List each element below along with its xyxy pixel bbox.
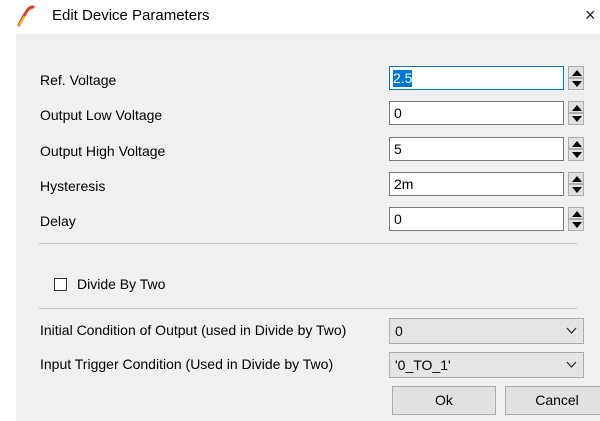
arrow-down-icon	[572, 81, 582, 87]
parameters-panel: Ref. Voltage 2.5 Output Low Voltage 0 Ou…	[28, 54, 588, 398]
delay-label: Delay	[40, 213, 76, 229]
ref-voltage-decrement[interactable]	[568, 78, 584, 90]
dialog-body: Ref. Voltage 2.5 Output Low Voltage 0 Ou…	[16, 34, 600, 421]
ltspice-icon	[16, 5, 36, 27]
delay-value: 0	[394, 211, 402, 227]
output-low-voltage-label: Output Low Voltage	[40, 107, 163, 123]
divide-by-two-label[interactable]: Divide By Two	[77, 276, 165, 292]
hysteresis-increment[interactable]	[568, 172, 584, 184]
ref-voltage-label: Ref. Voltage	[40, 72, 117, 88]
arrow-up-icon	[572, 141, 582, 147]
separator	[39, 308, 577, 309]
initial-condition-label: Initial Condition of Output (used in Div…	[40, 322, 347, 338]
input-trigger-combo[interactable]: '0_TO_1'	[389, 352, 584, 378]
separator	[39, 243, 577, 244]
close-button[interactable]: ×	[585, 3, 600, 27]
output-high-voltage-value: 5	[394, 141, 402, 157]
delay-decrement[interactable]	[568, 219, 584, 231]
hysteresis-decrement[interactable]	[568, 184, 584, 196]
output-high-voltage-decrement[interactable]	[568, 149, 584, 161]
delay-spinner	[568, 207, 584, 231]
title-bar: Edit Device Parameters ×	[0, 0, 600, 34]
arrow-up-icon	[572, 70, 582, 76]
arrow-up-icon	[572, 211, 582, 217]
output-low-voltage-input[interactable]: 0	[389, 101, 564, 125]
hysteresis-input[interactable]: 2m	[389, 172, 564, 196]
arrow-up-icon	[572, 176, 582, 182]
ref-voltage-input[interactable]: 2.5	[389, 66, 564, 90]
ref-voltage-spinner	[568, 66, 584, 90]
edit-device-parameters-dialog: Edit Device Parameters × Ref. Voltage 2.…	[0, 0, 600, 421]
output-low-voltage-decrement[interactable]	[568, 113, 584, 125]
output-low-voltage-increment[interactable]	[568, 101, 584, 113]
hysteresis-label: Hysteresis	[40, 178, 106, 194]
output-high-voltage-input[interactable]: 5	[389, 137, 564, 161]
input-trigger-label: Input Trigger Condition (Used in Divide …	[40, 356, 334, 372]
cancel-button[interactable]: Cancel	[505, 386, 600, 415]
divide-by-two-checkbox[interactable]	[54, 278, 67, 291]
delay-increment[interactable]	[568, 207, 584, 219]
hysteresis-spinner	[568, 172, 584, 196]
chevron-down-icon	[566, 327, 577, 334]
arrow-up-icon	[572, 105, 582, 111]
arrow-down-icon	[572, 116, 582, 122]
initial-condition-value: 0	[395, 323, 403, 339]
ref-voltage-increment[interactable]	[568, 66, 584, 78]
ok-button[interactable]: Ok	[392, 386, 496, 415]
chevron-down-icon	[566, 361, 577, 368]
hysteresis-value: 2m	[394, 176, 414, 192]
arrow-down-icon	[572, 187, 582, 193]
delay-input[interactable]: 0	[389, 207, 564, 231]
input-trigger-value: '0_TO_1'	[395, 357, 451, 373]
arrow-down-icon	[572, 152, 582, 158]
output-low-voltage-value: 0	[394, 105, 402, 121]
output-low-voltage-spinner	[568, 101, 584, 125]
output-high-voltage-spinner	[568, 137, 584, 161]
output-high-voltage-label: Output High Voltage	[40, 143, 166, 159]
window-title: Edit Device Parameters	[52, 7, 210, 24]
output-high-voltage-increment[interactable]	[568, 137, 584, 149]
initial-condition-combo[interactable]: 0	[389, 318, 584, 344]
ref-voltage-value: 2.5	[393, 70, 413, 87]
arrow-down-icon	[572, 222, 582, 228]
